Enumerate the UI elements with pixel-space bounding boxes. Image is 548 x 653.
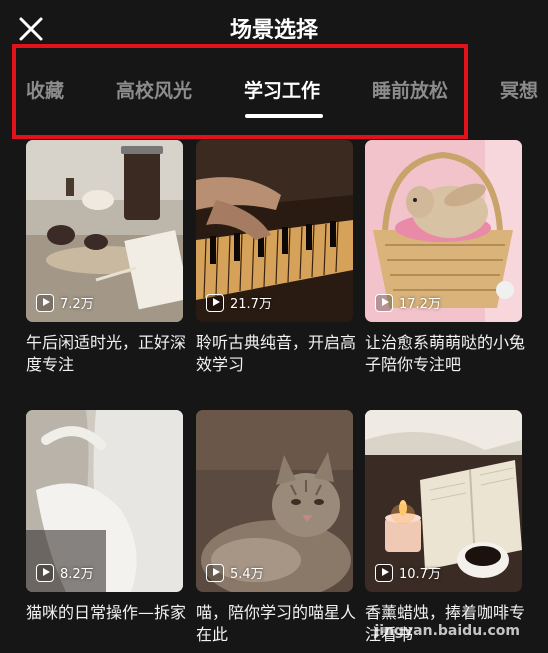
play-count-label: 17.2万 [399, 297, 441, 312]
scene-caption: 喵，陪你学习的喵星人在此 [196, 603, 357, 644]
play-count: 5.4万 [206, 563, 264, 582]
play-count-label: 8.2万 [60, 567, 94, 582]
play-count-label: 7.2万 [60, 297, 94, 312]
watermark: jingyan.baidu.com [374, 623, 520, 639]
play-icon [36, 563, 54, 582]
scene-caption: 聆听古典纯音，开启高效学习 [196, 333, 357, 374]
tab-meditation[interactable]: 冥想 [500, 76, 538, 103]
play-count-label: 5.4万 [230, 567, 264, 582]
play-icon [36, 293, 54, 312]
tab-favorites[interactable]: 收藏 [26, 76, 64, 103]
tab-campus-scenery[interactable]: 高校风光 [116, 76, 192, 103]
scene-caption: 让治愈系萌萌哒的小兔子陪你专注吧 [365, 333, 526, 374]
play-count: 10.7万 [375, 563, 441, 582]
play-count: 8.2万 [36, 563, 94, 582]
page-title: 场景选择 [229, 18, 318, 43]
play-icon [206, 563, 224, 582]
tab-bedtime-relax[interactable]: 睡前放松 [372, 76, 448, 103]
play-count-label: 10.7万 [399, 567, 441, 582]
scene-caption: 午后闲适时光，正好深度专注 [26, 333, 187, 374]
header-bar: 场景选择 [0, 0, 548, 50]
play-icon [375, 563, 393, 582]
play-icon [375, 293, 393, 312]
play-count: 21.7万 [206, 293, 272, 312]
play-count-label: 21.7万 [230, 297, 272, 312]
play-icon [206, 293, 224, 312]
play-count: 7.2万 [36, 293, 94, 312]
active-tab-indicator [245, 114, 323, 118]
tab-study-work[interactable]: 学习工作 [244, 76, 320, 103]
play-count: 17.2万 [375, 293, 441, 312]
scene-caption: 猫咪的日常操作—拆家 [26, 603, 187, 622]
